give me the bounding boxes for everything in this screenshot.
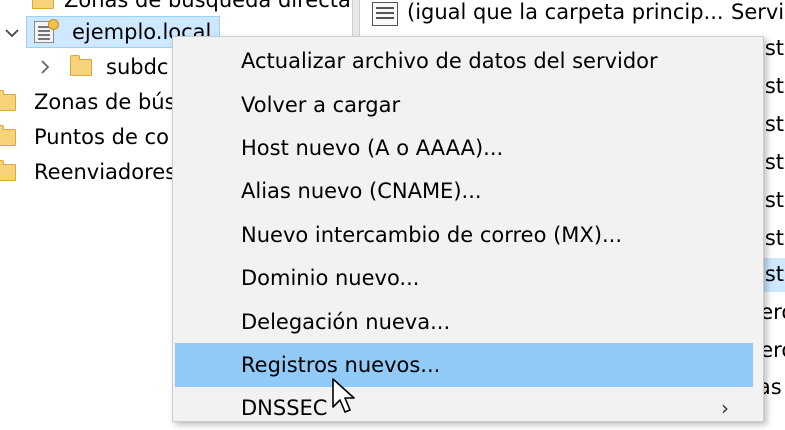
menu-item-update-server-data-file[interactable]: Actualizar archivo de datos del servidor xyxy=(175,39,753,83)
tree-item-reverse-lookup-zones[interactable]: Zonas de bús xyxy=(0,86,176,118)
menu-item-other-new-records[interactable]: Registros nuevos... xyxy=(175,343,753,387)
context-menu: Actualizar archivo de datos del servidor… xyxy=(172,36,764,422)
tree-item-trust-points[interactable]: Puntos de co xyxy=(0,121,169,153)
folder-icon xyxy=(32,0,54,9)
tree-item-label: Puntos de co xyxy=(34,125,169,149)
tree-item-label: subdc xyxy=(106,55,169,79)
menu-item-new-domain[interactable]: Dominio nuevo... xyxy=(175,256,753,300)
tree-item-forward-lookup-zones[interactable]: Zonas de búsqueda directa xyxy=(10,0,351,16)
tree-item-forwarders[interactable]: Reenviadores xyxy=(0,156,176,188)
chevron-right-icon[interactable] xyxy=(36,58,54,76)
tree-item-subdc[interactable]: subdc xyxy=(36,51,168,83)
tree-item-label: Zonas de búsqueda directa xyxy=(64,0,351,12)
list-row[interactable]: (igual que la carpeta princip... Servic xyxy=(360,0,785,36)
menu-item-new-alias[interactable]: Alias nuevo (CNAME)... xyxy=(175,169,753,213)
folder-icon xyxy=(0,124,16,146)
menu-item-new-delegation[interactable]: Delegación nueva... xyxy=(175,300,753,344)
folder-icon xyxy=(0,89,16,111)
menu-item-reload[interactable]: Volver a cargar xyxy=(175,83,753,127)
menu-item-label: DNSSEC xyxy=(241,396,328,420)
folder-icon xyxy=(0,159,16,181)
record-icon xyxy=(372,2,398,26)
mouse-pointer-icon xyxy=(331,377,357,419)
tree-item-label: Reenviadores xyxy=(34,160,177,184)
tree-item-label: Zonas de bús xyxy=(34,90,176,114)
folder-icon xyxy=(70,54,92,76)
menu-item-dnssec[interactable]: DNSSEC › xyxy=(175,386,753,430)
menu-item-new-mail-exchanger[interactable]: Nuevo intercambio de correo (MX)... xyxy=(175,213,753,257)
chevron-right-icon: › xyxy=(721,396,729,420)
menu-item-new-host[interactable]: Host nuevo (A o AAAA)... xyxy=(175,126,753,170)
zone-icon xyxy=(34,19,59,43)
chevron-down-icon[interactable] xyxy=(3,24,21,42)
record-name: (igual que la carpeta princip... xyxy=(407,0,724,24)
record-type: Servic xyxy=(731,0,785,24)
